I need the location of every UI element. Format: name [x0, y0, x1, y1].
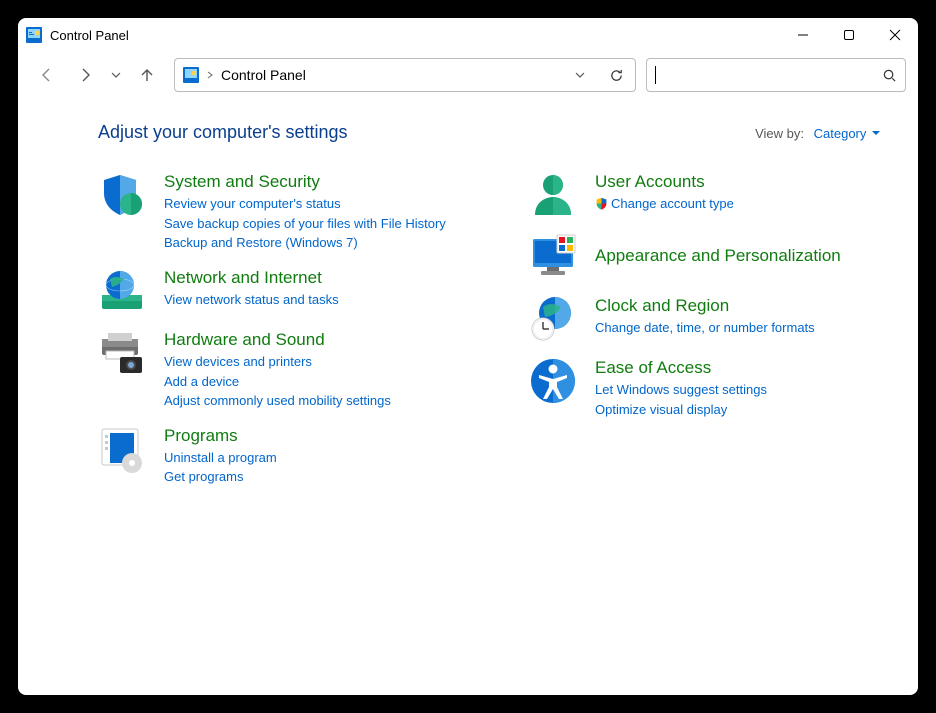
text-caret [655, 66, 656, 84]
category-ease-of-access: Ease of Access Let Windows suggest setti… [529, 357, 900, 419]
search-input[interactable] [655, 66, 882, 84]
refresh-button[interactable] [601, 60, 631, 90]
address-dropdown-button[interactable] [565, 60, 595, 90]
clock-globe-icon [529, 295, 577, 343]
recent-locations-button[interactable] [106, 59, 126, 91]
category-link[interactable]: Review your computer's status [164, 194, 469, 214]
globe-network-icon [98, 267, 146, 315]
category-title[interactable]: User Accounts [595, 171, 900, 192]
category-link[interactable]: Let Windows suggest settings [595, 380, 900, 400]
search-icon[interactable] [882, 68, 897, 83]
uac-shield-icon [595, 197, 608, 210]
category-appearance-personalization: Appearance and Personalization [529, 233, 900, 281]
category-system-security: System and Security Review your computer… [98, 171, 469, 253]
category-programs: Programs Uninstall a program Get program… [98, 425, 469, 487]
maximize-button[interactable] [826, 18, 872, 52]
category-title[interactable]: Appearance and Personalization [595, 245, 900, 266]
category-title[interactable]: Network and Internet [164, 267, 469, 288]
category-link[interactable]: Uninstall a program [164, 448, 469, 468]
window-title: Control Panel [50, 28, 129, 43]
search-box[interactable] [646, 58, 906, 92]
content-area: Adjust your computer's settings View by:… [18, 98, 918, 519]
category-title[interactable]: Ease of Access [595, 357, 900, 378]
address-bar[interactable]: Control Panel [174, 58, 636, 92]
category-title[interactable]: System and Security [164, 171, 469, 192]
view-by-label: View by: [755, 126, 804, 141]
control-panel-icon [26, 27, 42, 43]
left-column: System and Security Review your computer… [98, 171, 469, 501]
user-icon [529, 171, 577, 219]
page-heading: Adjust your computer's settings [98, 122, 348, 143]
control-panel-window: Control Panel [18, 18, 918, 695]
titlebar: Control Panel [18, 18, 918, 52]
category-link[interactable]: Add a device [164, 372, 469, 392]
category-title[interactable]: Hardware and Sound [164, 329, 469, 350]
category-user-accounts: User Accounts Change account type [529, 171, 900, 219]
category-link[interactable]: Save backup copies of your files with Fi… [164, 214, 469, 234]
navigation-bar: Control Panel [18, 52, 918, 98]
category-link[interactable]: Change date, time, or number formats [595, 318, 900, 338]
window-controls [780, 18, 918, 52]
category-title[interactable]: Clock and Region [595, 295, 900, 316]
category-hardware-sound: Hardware and Sound View devices and prin… [98, 329, 469, 411]
accessibility-icon [529, 357, 577, 405]
printer-camera-icon [98, 329, 146, 377]
monitor-icon [529, 233, 577, 281]
close-button[interactable] [872, 18, 918, 52]
category-clock-region: Clock and Region Change date, time, or n… [529, 295, 900, 343]
category-link[interactable]: View network status and tasks [164, 290, 469, 310]
category-link[interactable]: Adjust commonly used mobility settings [164, 391, 469, 411]
breadcrumb-item[interactable]: Control Panel [221, 67, 306, 83]
programs-icon [98, 425, 146, 473]
view-by: View by: Category [755, 126, 880, 141]
view-by-selector[interactable]: Category [814, 126, 880, 141]
category-link[interactable]: Backup and Restore (Windows 7) [164, 233, 469, 253]
back-button[interactable] [30, 59, 64, 91]
category-link[interactable]: Get programs [164, 467, 469, 487]
forward-button[interactable] [68, 59, 102, 91]
shield-icon [98, 171, 146, 219]
right-column: User Accounts Change account type [529, 171, 900, 501]
minimize-button[interactable] [780, 18, 826, 52]
category-network-internet: Network and Internet View network status… [98, 267, 469, 315]
category-link[interactable]: View devices and printers [164, 352, 469, 372]
category-link[interactable]: Change account type [595, 194, 900, 214]
breadcrumb-separator-icon[interactable] [205, 71, 215, 79]
address-icon [183, 67, 199, 83]
category-title[interactable]: Programs [164, 425, 469, 446]
category-link[interactable]: Optimize visual display [595, 400, 900, 420]
up-button[interactable] [130, 59, 164, 91]
